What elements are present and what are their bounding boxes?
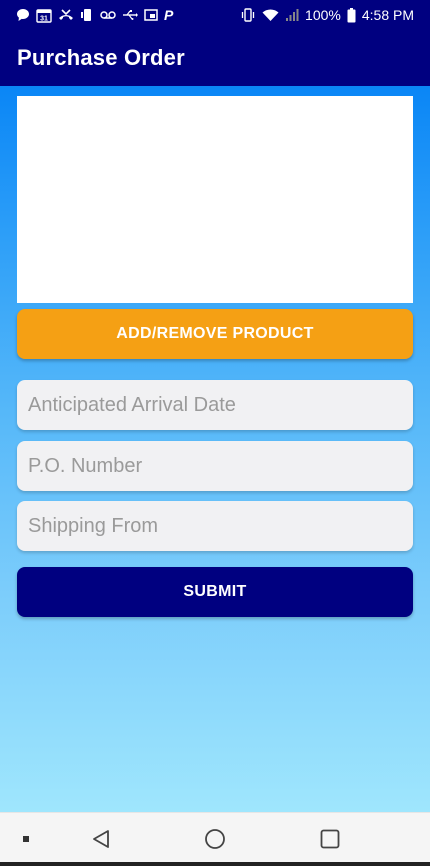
purchase-order-form: ADD/REMOVE PRODUCT SUBMIT [0,86,430,812]
dot-icon[interactable] [18,831,34,847]
usb-icon [122,7,138,23]
phone-vibrate-icon [80,7,94,23]
page-title: Purchase Order [17,45,185,70]
clock: 4:58 PM [361,7,414,23]
submit-button[interactable]: SUBMIT [17,567,413,617]
add-remove-product-button[interactable]: ADD/REMOVE PRODUCT [17,309,413,359]
status-bar: 31 P 100% 4:58 PM [0,0,430,30]
recents-icon[interactable] [315,825,345,853]
wifi-icon [262,7,279,23]
product-list[interactable] [17,96,413,303]
back-icon[interactable] [86,825,116,853]
status-right-icons: 100% 4:58 PM [240,7,414,23]
po-number-field[interactable] [17,441,413,491]
shipping-from-field[interactable] [17,501,413,551]
home-icon[interactable] [200,825,230,853]
bottom-edge [0,862,430,866]
app-bar: Purchase Order [0,30,430,86]
navigation-bar [0,812,430,866]
vibrate-icon [240,7,256,23]
chat-icon [16,7,30,23]
battery-icon [347,7,356,23]
calendar-day: 31 [40,15,48,22]
signal-icon [285,7,299,23]
status-left-icons: 31 P [16,7,173,23]
voicemail-icon [100,7,116,23]
missed-call-icon [58,7,74,23]
calendar-icon: 31 [36,7,52,23]
cast-icon [144,7,158,23]
p-app-icon: P [164,7,174,23]
battery-percent: 100% [305,7,341,23]
anticipated-arrival-date-field[interactable] [17,380,413,430]
